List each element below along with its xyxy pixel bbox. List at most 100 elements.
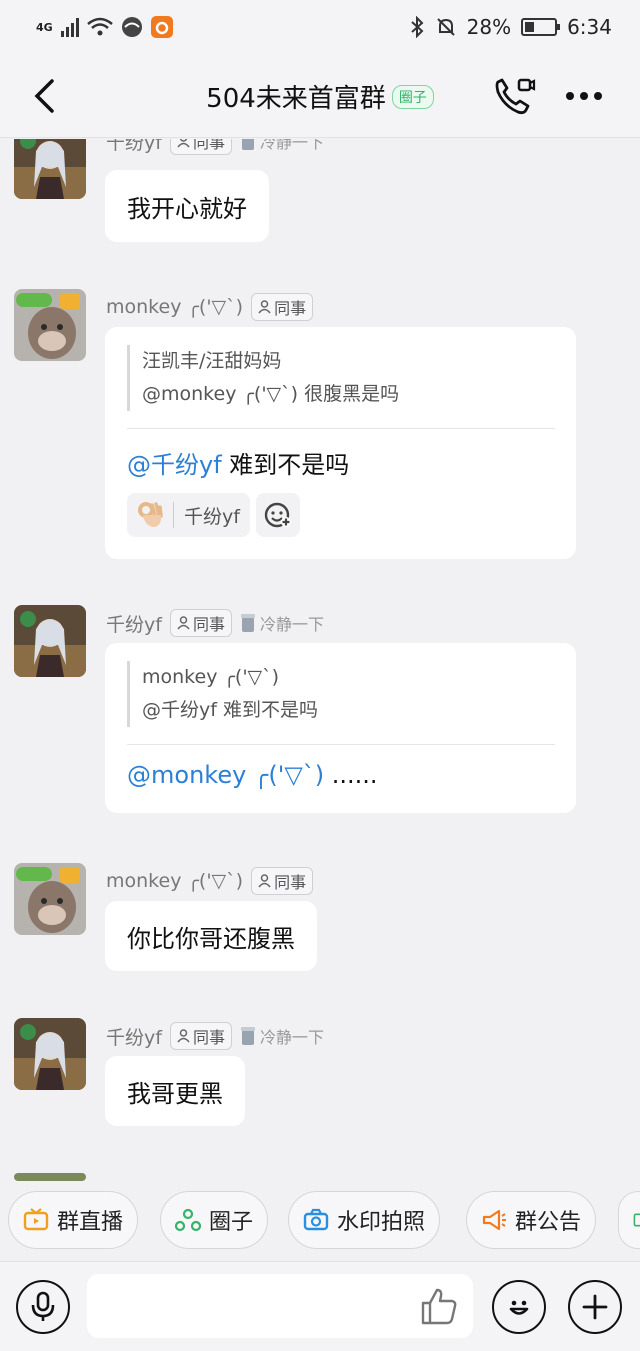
avatar-image-icon (14, 289, 86, 361)
quoted-message[interactable]: monkey ╭('▽`) @千纷yf 难到不是吗 (127, 661, 555, 727)
message-input[interactable] (87, 1274, 473, 1338)
role-badge: 同事 (169, 1022, 232, 1050)
sender-name[interactable]: 千纷yf (106, 1023, 162, 1050)
reply-body: 难到不是吗 (221, 451, 350, 479)
reply-message-card[interactable]: 汪凯丰/汪甜妈妈 @monkey ╭('▽`) 很腹黑是吗 @千纷yf 难到不是… (105, 327, 576, 559)
quick-action-announcement[interactable]: 群公告 (466, 1191, 597, 1249)
cooldown-badge: 冷静一下 (240, 139, 324, 153)
sender-name[interactable]: 千纷yf (106, 139, 162, 155)
reaction-pill[interactable]: 千纷yf (127, 493, 250, 537)
smiley-icon (509, 1300, 529, 1315)
signal-icon (60, 17, 79, 37)
reaction-user: 千纷yf (184, 505, 240, 528)
more-actions-icon (633, 1213, 640, 1227)
avatar[interactable] (14, 605, 86, 677)
avatar[interactable] (14, 139, 86, 199)
avatar-image-icon (14, 863, 86, 935)
message-bubble[interactable]: 你比你哥还腹黑 (105, 901, 317, 971)
cooldown-label: 冷静一下 (259, 1028, 324, 1047)
cup-icon (241, 139, 254, 150)
avatar-image-icon (14, 605, 86, 677)
add-emoji-icon (264, 502, 291, 528)
cooldown-badge: 冷静一下 (240, 1024, 324, 1048)
quick-action-watermark-camera[interactable]: 水印拍照 (288, 1191, 441, 1249)
message-bubble[interactable]: 我开心就好 (105, 170, 269, 242)
chat-title-area[interactable]: 504未来首富群 圈子 (0, 78, 640, 115)
role-label: 同事 (192, 1028, 225, 1047)
sender-line: 千纷yf 同事 冷静一下 (106, 139, 324, 155)
input-bar (0, 1261, 640, 1351)
cup-icon (240, 614, 255, 632)
message-text: 我哥更黑 (127, 1079, 223, 1108)
more-options-button[interactable] (566, 92, 602, 100)
cooldown-label: 冷静一下 (259, 615, 324, 634)
person-icon (177, 139, 190, 148)
phone-video-call-icon[interactable] (492, 76, 536, 116)
chat-title: 504未来首富群 (206, 84, 386, 114)
bluetooth-icon (410, 16, 424, 38)
divider (127, 428, 555, 429)
ok-hand-emoji-icon (138, 502, 163, 527)
reaction-separator (173, 502, 174, 528)
mention-link[interactable]: @monkey ╭('▽`) (127, 761, 324, 789)
megaphone-icon (482, 1209, 506, 1231)
voice-button[interactable] (16, 1280, 70, 1334)
avatar[interactable] (14, 289, 86, 361)
emoji-button[interactable] (492, 1280, 546, 1334)
role-badge: 同事 (169, 139, 232, 155)
thumbs-up-icon[interactable] (419, 1286, 459, 1326)
status-bar: 4G 28% 6:34 (0, 0, 640, 54)
avatar[interactable] (14, 1173, 86, 1181)
chat-header: 504未来首富群 圈子 (0, 54, 640, 138)
cooldown-label: 冷静一下 (259, 139, 324, 152)
role-label: 同事 (274, 873, 307, 892)
role-badge: 同事 (251, 293, 314, 321)
divider (127, 744, 555, 745)
plus-icon (582, 1294, 608, 1320)
sender-name[interactable]: 千纷yf (106, 610, 162, 637)
quick-action-label: 圈子 (209, 1210, 254, 1235)
sender-name[interactable]: monkey ╭('▽`) (106, 296, 243, 318)
avatar-image-icon (14, 1173, 86, 1181)
circle-tag[interactable]: 圈子 (391, 84, 434, 109)
role-badge: 同事 (169, 609, 232, 637)
sender-line: 千纷yf 同事 冷静一下 (106, 1022, 324, 1050)
quick-action-more[interactable] (618, 1191, 640, 1249)
battery-icon (521, 18, 561, 36)
circle-group-icon (175, 1208, 201, 1232)
role-label: 同事 (192, 139, 225, 152)
mention-link[interactable]: @千纷yf (127, 451, 222, 479)
quote-text: @千纷yf 难到不是吗 (142, 699, 318, 721)
person-icon (177, 616, 190, 630)
message-list[interactable]: 千纷yf 同事 冷静一下 我开心就好 monkey ╭('▽`) 同事 汪凯丰/… (0, 139, 640, 1181)
avatar[interactable] (14, 863, 86, 935)
network-label: 4G (36, 20, 53, 34)
message-text: 你比你哥还腹黑 (127, 924, 295, 953)
reply-text: @千纷yf 难到不是吗 (127, 445, 349, 480)
quoted-message[interactable]: 汪凯丰/汪甜妈妈 @monkey ╭('▽`) 很腹黑是吗 (127, 345, 555, 411)
sender-line: 千纷yf 同事 冷静一下 (106, 609, 324, 637)
add-reaction-button[interactable] (255, 493, 300, 537)
battery-percent: 28% (466, 15, 512, 39)
quick-action-label: 群公告 (515, 1210, 582, 1235)
avatar[interactable] (14, 1018, 86, 1090)
wifi-icon (86, 17, 113, 36)
mute-bell-icon (436, 18, 455, 36)
message-bubble[interactable]: 我哥更黑 (105, 1056, 245, 1126)
quick-action-circle[interactable]: 圈子 (160, 1191, 269, 1249)
quick-action-bar[interactable]: 群直播 圈子 水印拍照 群公告 (0, 1181, 640, 1261)
person-icon (177, 1029, 190, 1043)
quick-action-label: 水印拍照 (337, 1210, 426, 1235)
sender-name[interactable]: monkey ╭('▽`) (106, 870, 243, 892)
quick-action-live[interactable]: 群直播 (8, 1191, 139, 1249)
message-text: 我开心就好 (127, 194, 247, 223)
role-badge: 同事 (251, 867, 314, 895)
avatar-image-icon (14, 139, 86, 199)
app-notification-icon (150, 16, 173, 38)
reply-message-card[interactable]: monkey ╭('▽`) @千纷yf 难到不是吗 @monkey ╭('▽`)… (105, 643, 576, 813)
add-button[interactable] (568, 1280, 622, 1334)
reaction-row: 千纷yf (127, 493, 300, 537)
avatar-image-icon (14, 1018, 86, 1090)
cooldown-badge: 冷静一下 (240, 611, 324, 635)
tv-icon (23, 1208, 49, 1231)
